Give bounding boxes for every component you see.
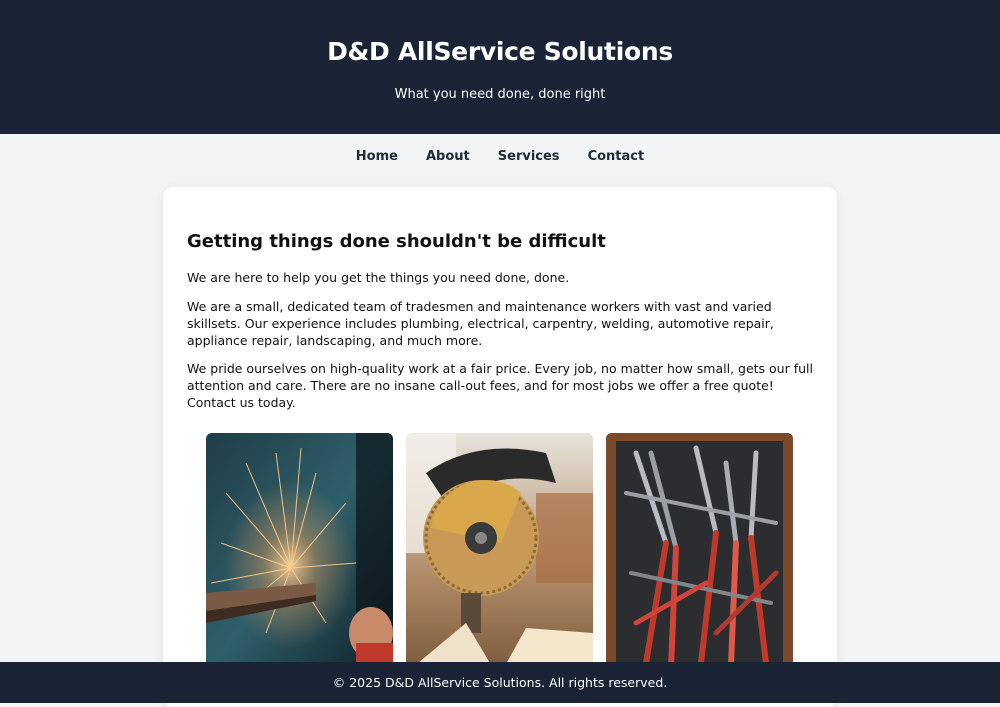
nav-home-link[interactable]: Home: [356, 149, 398, 164]
nav-contact-link[interactable]: Contact: [588, 149, 645, 164]
intro-paragraph: We are here to help you get the things y…: [187, 270, 570, 285]
tagline: What you need done, done right: [394, 87, 606, 102]
grinder-sparks-photo: [206, 433, 393, 673]
circular-saw-photo: [406, 433, 593, 673]
main-nav: Home About Services Contact: [0, 134, 1000, 178]
contact-line: Contact us today.: [187, 395, 296, 410]
nav-about-link[interactable]: About: [426, 149, 470, 164]
content-card: Getting things done shouldn't be difficu…: [163, 187, 837, 707]
section-heading: Getting things done shouldn't be difficu…: [187, 231, 606, 252]
copyright-text: © 2025 D&D AllService Solutions. All rig…: [332, 675, 668, 690]
pricing-paragraph: We pride ourselves on high-quality work …: [187, 360, 817, 411]
site-footer: © 2025 D&D AllService Solutions. All rig…: [0, 662, 1000, 703]
pricing-text: We pride ourselves on high-quality work …: [187, 361, 813, 393]
photo-gallery: [206, 433, 793, 673]
site-header: D&D AllService Solutions What you need d…: [0, 0, 1000, 134]
nav-services-link[interactable]: Services: [498, 149, 560, 164]
site-title: D&D AllService Solutions: [327, 37, 673, 66]
team-paragraph: We are a small, dedicated team of trades…: [187, 299, 774, 348]
pliers-toolbox-photo: [606, 433, 793, 673]
